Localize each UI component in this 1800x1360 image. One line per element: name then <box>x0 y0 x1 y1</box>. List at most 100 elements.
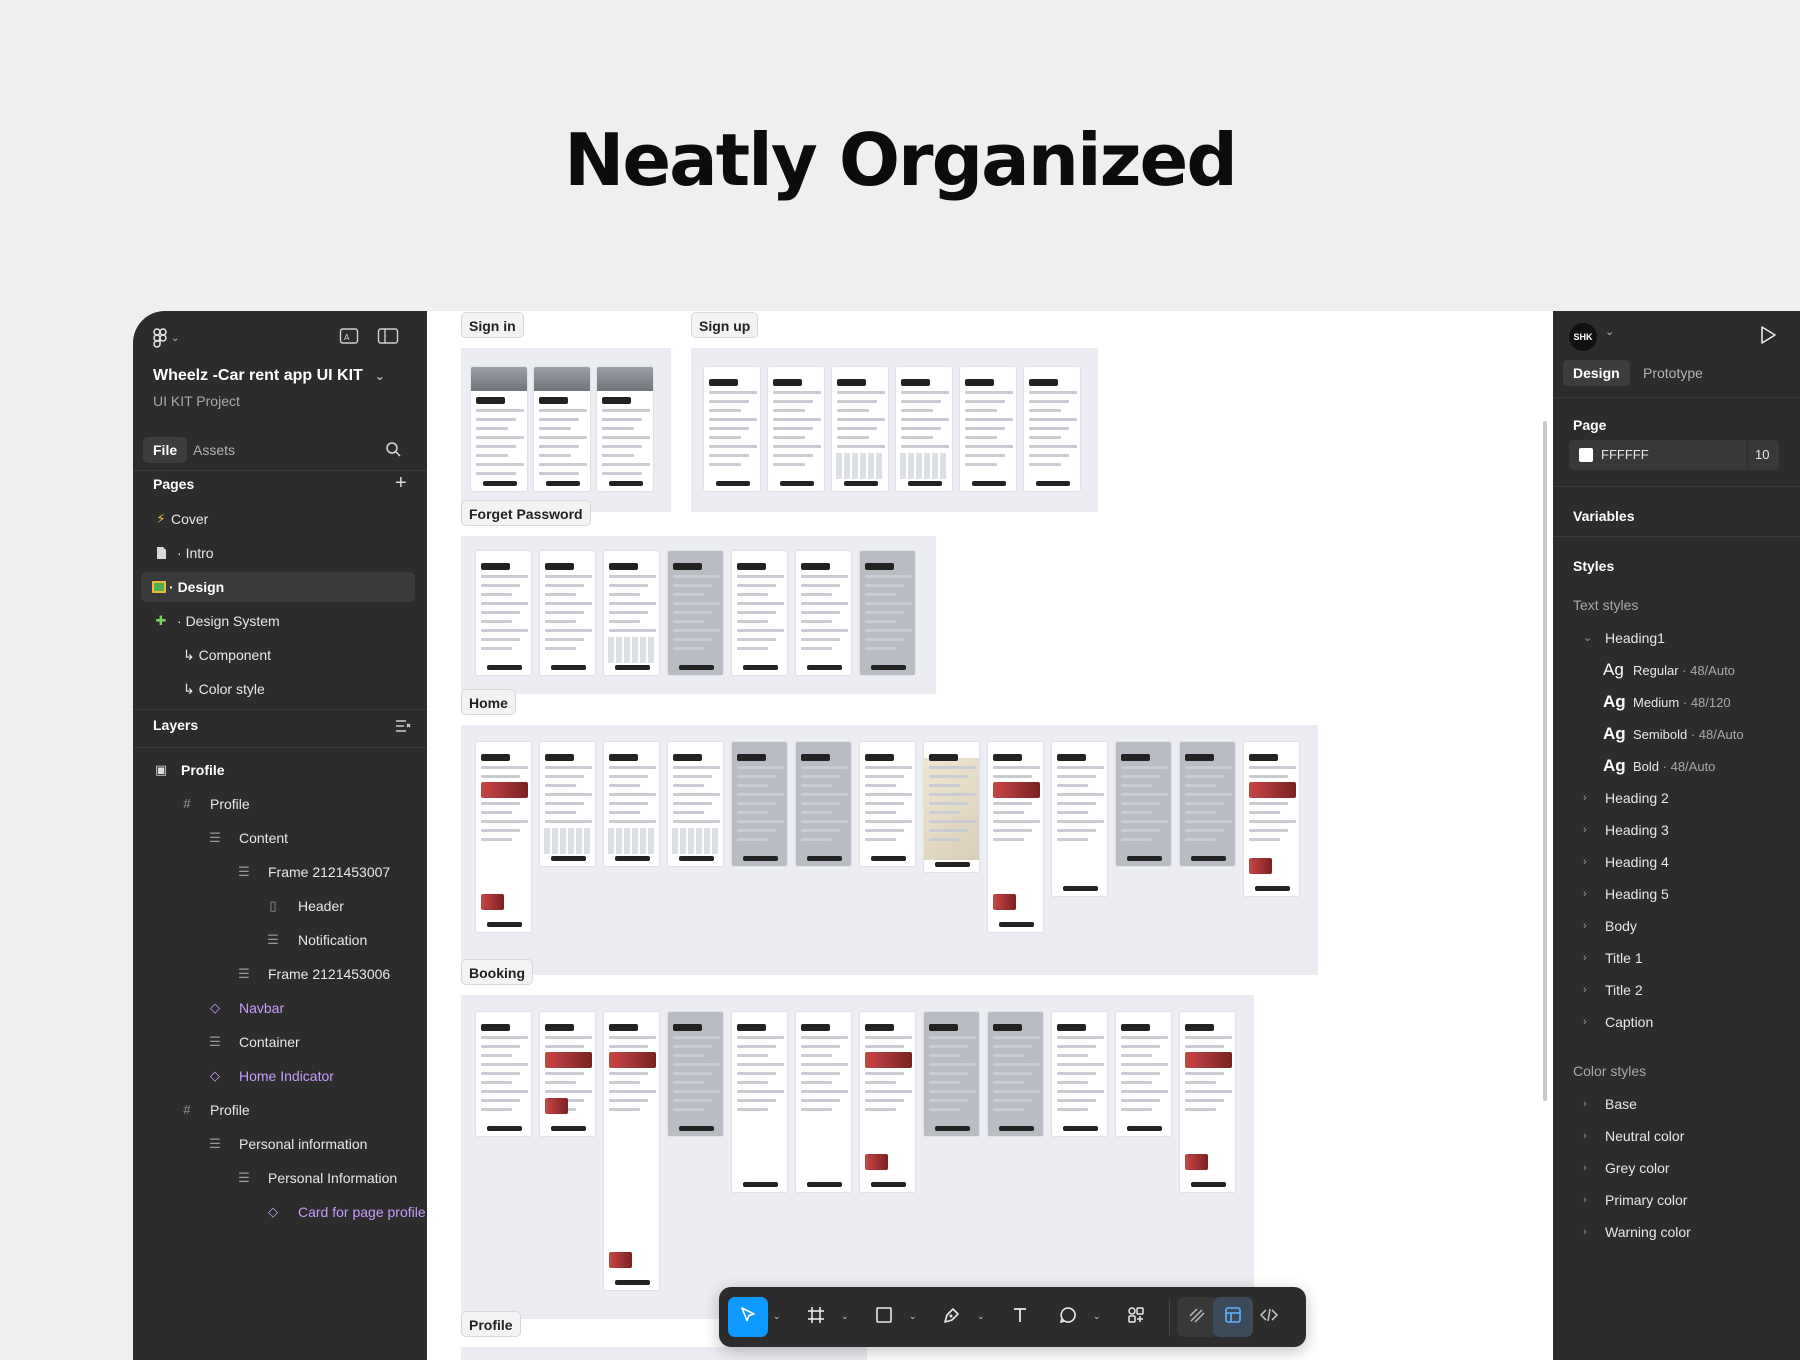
text-style-group[interactable]: › Heading 3 <box>1573 817 1800 843</box>
layer-item[interactable]: # Profile <box>133 1095 427 1125</box>
layer-item[interactable]: ☰ Personal information <box>133 1129 427 1159</box>
color-swatch[interactable] <box>1579 448 1593 462</box>
text-style-item[interactable]: Ag Semibold · 48/Auto <box>1603 721 1744 747</box>
text-style-item[interactable]: Ag Regular · 48/Auto <box>1603 657 1735 683</box>
screen-thumbnail[interactable] <box>959 366 1017 492</box>
text-style-group[interactable]: › Heading 4 <box>1573 849 1800 875</box>
screen-thumbnail[interactable] <box>475 741 532 933</box>
section-forget-password[interactable] <box>461 536 936 694</box>
screen-thumbnail[interactable] <box>470 366 528 492</box>
screen-thumbnail[interactable] <box>1243 741 1300 897</box>
page-color-value[interactable]: FFFFFF <box>1601 447 1649 462</box>
layer-item[interactable]: ◇ Navbar <box>133 993 427 1023</box>
section-label-sign-in[interactable]: Sign in <box>461 312 524 338</box>
section-label-forget-password[interactable]: Forget Password <box>461 500 591 526</box>
comment-tool-button[interactable] <box>1048 1297 1088 1337</box>
text-style-group[interactable]: › Heading 5 <box>1573 881 1800 907</box>
screen-thumbnail[interactable] <box>1179 1011 1236 1193</box>
screen-thumbnail[interactable] <box>987 1011 1044 1137</box>
screen-thumbnail[interactable] <box>987 741 1044 933</box>
text-style-group[interactable]: › Title 1 <box>1573 945 1800 971</box>
page-item-design[interactable]: · Design <box>141 572 415 602</box>
section-sign-up[interactable] <box>691 348 1098 512</box>
text-tool-button[interactable] <box>1000 1297 1040 1337</box>
page-item-design-system[interactable]: ✚ · Design System <box>133 606 427 636</box>
design-canvas[interactable]: Sign in Sign up Forget Password Home Boo… <box>427 311 1553 1360</box>
screen-thumbnail[interactable] <box>1023 366 1081 492</box>
screen-thumbnail[interactable] <box>1179 741 1236 867</box>
screen-thumbnail[interactable] <box>923 741 980 873</box>
tab-file[interactable]: File <box>143 437 188 463</box>
screen-thumbnail[interactable] <box>731 550 788 676</box>
text-style-item[interactable]: Ag Bold · 48/Auto <box>1603 753 1715 779</box>
layer-item[interactable]: ☰ Notification <box>133 925 427 955</box>
layers-filter-icon[interactable] <box>395 719 411 736</box>
tab-design[interactable]: Design <box>1563 360 1630 386</box>
text-style-group-heading1[interactable]: ⌄ Heading1 <box>1573 625 1800 651</box>
section-sign-in[interactable] <box>461 348 671 512</box>
screen-thumbnail[interactable] <box>731 741 788 867</box>
project-title[interactable]: Wheelz -Car rent app UI KIT ⌄ <box>153 367 385 385</box>
chevron-down-icon[interactable]: ⌄ <box>977 1311 985 1322</box>
page-opacity-value[interactable]: 10 <box>1755 447 1769 462</box>
chevron-down-icon[interactable]: ⌄ <box>1093 1311 1101 1322</box>
layer-item[interactable]: ☰ Content <box>133 823 427 853</box>
page-item-component[interactable]: ↳ Component <box>133 640 427 670</box>
search-icon[interactable] <box>385 441 401 460</box>
figma-menu-button[interactable]: ⌄ <box>153 327 189 349</box>
screen-thumbnail[interactable] <box>539 741 596 867</box>
text-style-group[interactable]: › Title 2 <box>1573 977 1800 1003</box>
screen-thumbnail[interactable] <box>703 366 761 492</box>
canvas-scrollbar[interactable] <box>1543 421 1547 1101</box>
screen-thumbnail[interactable] <box>475 1011 532 1137</box>
page-item-color-style[interactable]: ↳ Color style <box>133 674 427 704</box>
chevron-down-icon[interactable]: ⌄ <box>1605 325 1614 338</box>
color-style-group[interactable]: › Primary color <box>1573 1187 1800 1213</box>
actions-tool-button[interactable] <box>1116 1297 1156 1337</box>
text-style-group[interactable]: › Body <box>1573 913 1800 939</box>
page-color-field[interactable]: FFFFFF 10 <box>1569 440 1779 470</box>
chevron-down-icon[interactable]: ⌄ <box>909 1311 917 1322</box>
screen-thumbnail[interactable] <box>923 1011 980 1137</box>
page-item-intro[interactable]: · Intro <box>133 538 427 568</box>
dev-mode-button[interactable] <box>1249 1297 1289 1337</box>
screen-thumbnail[interactable] <box>539 550 596 676</box>
screen-thumbnail[interactable] <box>795 1011 852 1193</box>
section-label-sign-up[interactable]: Sign up <box>691 312 759 338</box>
draw-mode-button[interactable] <box>1177 1297 1217 1337</box>
screen-thumbnail[interactable] <box>475 550 532 676</box>
section-profile[interactable] <box>461 1347 867 1360</box>
screen-thumbnail[interactable] <box>667 550 724 676</box>
screen-thumbnail[interactable] <box>1115 1011 1172 1137</box>
layer-item[interactable]: ▯ Header <box>133 891 427 921</box>
variables-title[interactable]: Variables <box>1573 508 1635 524</box>
color-style-group[interactable]: › Warning color <box>1573 1219 1800 1245</box>
layer-item[interactable]: ◇ Card for page profile <box>133 1197 427 1227</box>
layer-item[interactable]: # Profile <box>133 789 427 819</box>
screen-thumbnail[interactable] <box>533 366 591 492</box>
frame-tool-button[interactable] <box>796 1297 836 1337</box>
section-booking[interactable] <box>461 995 1254 1319</box>
screen-thumbnail[interactable] <box>667 741 724 867</box>
text-style-group[interactable]: › Caption <box>1573 1009 1800 1035</box>
layer-item[interactable]: ☰ Frame 2121453006 <box>133 959 427 989</box>
screen-thumbnail[interactable] <box>767 366 825 492</box>
color-style-group[interactable]: › Grey color <box>1573 1155 1800 1181</box>
screen-thumbnail[interactable] <box>731 1011 788 1193</box>
page-item-cover[interactable]: ⚡ Cover <box>133 504 427 534</box>
screen-thumbnail[interactable] <box>539 1011 596 1137</box>
screen-thumbnail[interactable] <box>603 741 660 867</box>
play-icon[interactable] <box>1759 325 1777 348</box>
text-style-group[interactable]: › Heading 2 <box>1573 785 1800 811</box>
screen-thumbnail[interactable] <box>795 741 852 867</box>
screen-thumbnail[interactable] <box>859 741 916 867</box>
screen-thumbnail[interactable] <box>1051 741 1108 897</box>
sidebar-toggle-icon[interactable] <box>377 327 399 349</box>
layer-item[interactable]: ◇ Home Indicator <box>133 1061 427 1091</box>
avatar[interactable]: SHK <box>1569 323 1597 351</box>
layer-item[interactable]: ☰ Frame 2121453007 <box>133 857 427 887</box>
screen-thumbnail[interactable] <box>603 1011 660 1291</box>
section-home[interactable] <box>461 725 1318 975</box>
screen-thumbnail[interactable] <box>603 550 660 676</box>
pen-tool-button[interactable] <box>932 1297 972 1337</box>
